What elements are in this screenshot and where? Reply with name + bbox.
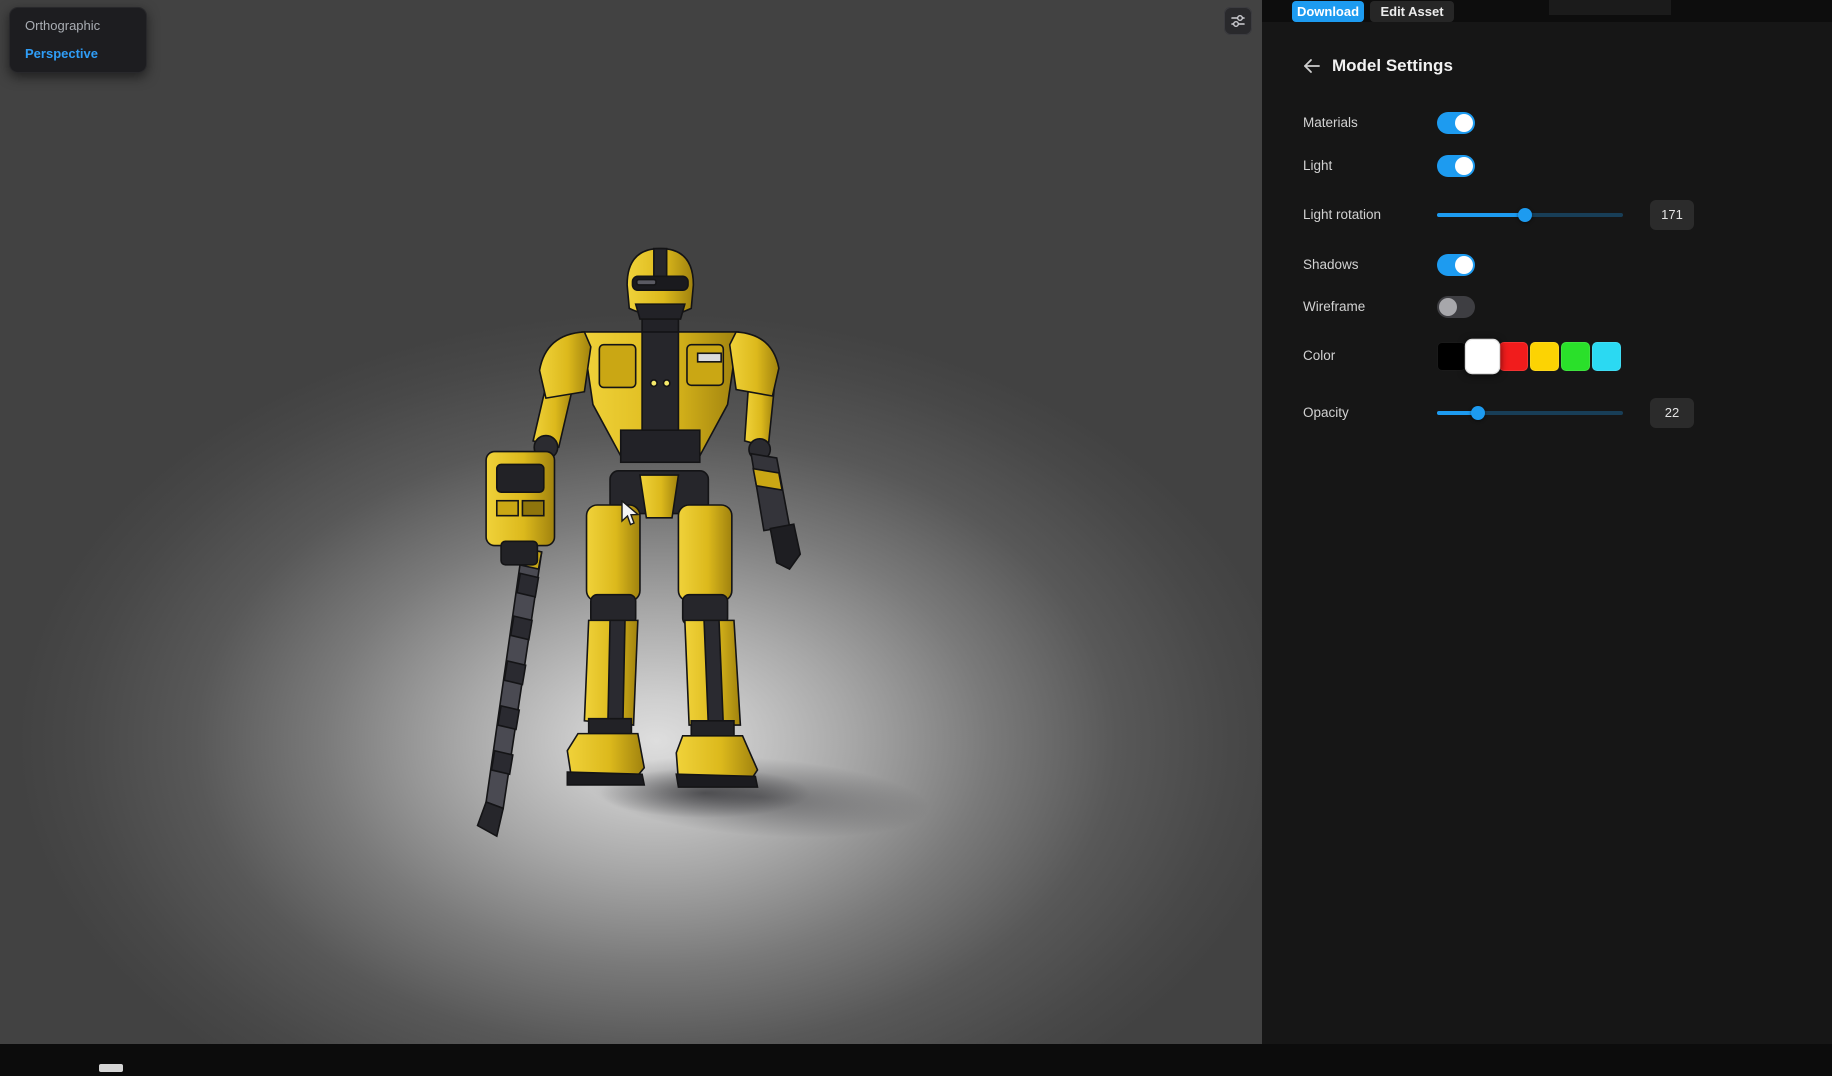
back-button[interactable] xyxy=(1298,52,1326,80)
toggle-knob xyxy=(1439,298,1457,316)
shadows-toggle[interactable] xyxy=(1437,254,1475,276)
setting-row-wireframe: Wireframe xyxy=(1262,292,1832,322)
cropped-ui-remnant xyxy=(1549,0,1671,15)
opacity-value[interactable]: 22 xyxy=(1650,398,1694,428)
slider-knob[interactable] xyxy=(1518,208,1532,222)
color-swatch-2[interactable] xyxy=(1499,342,1528,371)
materials-label: Materials xyxy=(1303,108,1358,138)
settings-panel: Download Edit Asset Model Settings Mater… xyxy=(1262,0,1832,1044)
color-swatch-1[interactable] xyxy=(1465,338,1500,373)
sliders-icon xyxy=(1230,13,1246,29)
toggle-knob xyxy=(1455,157,1473,175)
setting-row-materials: Materials xyxy=(1262,108,1832,138)
view-options-button[interactable] xyxy=(1224,7,1252,35)
color-label: Color xyxy=(1303,341,1335,371)
edit-asset-button[interactable]: Edit Asset xyxy=(1370,1,1454,22)
setting-row-light-rotation: Light rotation 171 xyxy=(1262,200,1832,230)
panel-title: Model Settings xyxy=(1332,56,1453,76)
setting-row-shadows: Shadows xyxy=(1262,250,1832,280)
setting-row-opacity: Opacity 22 xyxy=(1262,398,1832,428)
arrow-left-icon xyxy=(1301,55,1323,77)
light-rotation-slider[interactable] xyxy=(1437,213,1623,217)
color-swatches xyxy=(1437,341,1621,371)
wireframe-toggle[interactable] xyxy=(1437,296,1475,318)
setting-row-light: Light xyxy=(1262,151,1832,181)
shadows-label: Shadows xyxy=(1303,250,1359,280)
scrollbar-thumb[interactable] xyxy=(99,1064,123,1072)
color-swatch-3[interactable] xyxy=(1530,342,1559,371)
light-label: Light xyxy=(1303,151,1332,181)
projection-option-perspective[interactable]: Perspective xyxy=(9,40,147,68)
light-toggle[interactable] xyxy=(1437,155,1475,177)
toggle-knob xyxy=(1455,114,1473,132)
projection-menu: Orthographic Perspective xyxy=(9,7,147,73)
materials-toggle[interactable] xyxy=(1437,112,1475,134)
asset-viewer-app: Orthographic Perspective Download xyxy=(0,0,1832,1076)
light-rotation-value[interactable]: 171 xyxy=(1650,200,1694,230)
projection-option-orthographic[interactable]: Orthographic xyxy=(9,12,147,40)
download-button[interactable]: Download xyxy=(1292,1,1364,22)
light-rotation-label: Light rotation xyxy=(1303,200,1381,230)
viewport-3d[interactable]: Orthographic Perspective xyxy=(0,0,1262,1044)
opacity-label: Opacity xyxy=(1303,398,1349,428)
mouse-cursor-icon xyxy=(620,500,640,528)
bottom-bar xyxy=(0,1044,1832,1076)
color-swatch-5[interactable] xyxy=(1592,342,1621,371)
wireframe-label: Wireframe xyxy=(1303,292,1365,322)
color-swatch-0[interactable] xyxy=(1437,342,1466,371)
toggle-knob xyxy=(1455,256,1473,274)
slider-fill xyxy=(1437,213,1525,217)
opacity-slider[interactable] xyxy=(1437,411,1623,415)
color-swatch-4[interactable] xyxy=(1561,342,1590,371)
slider-knob[interactable] xyxy=(1471,406,1485,420)
setting-row-color: Color xyxy=(1262,341,1832,371)
robot-model xyxy=(422,242,828,862)
